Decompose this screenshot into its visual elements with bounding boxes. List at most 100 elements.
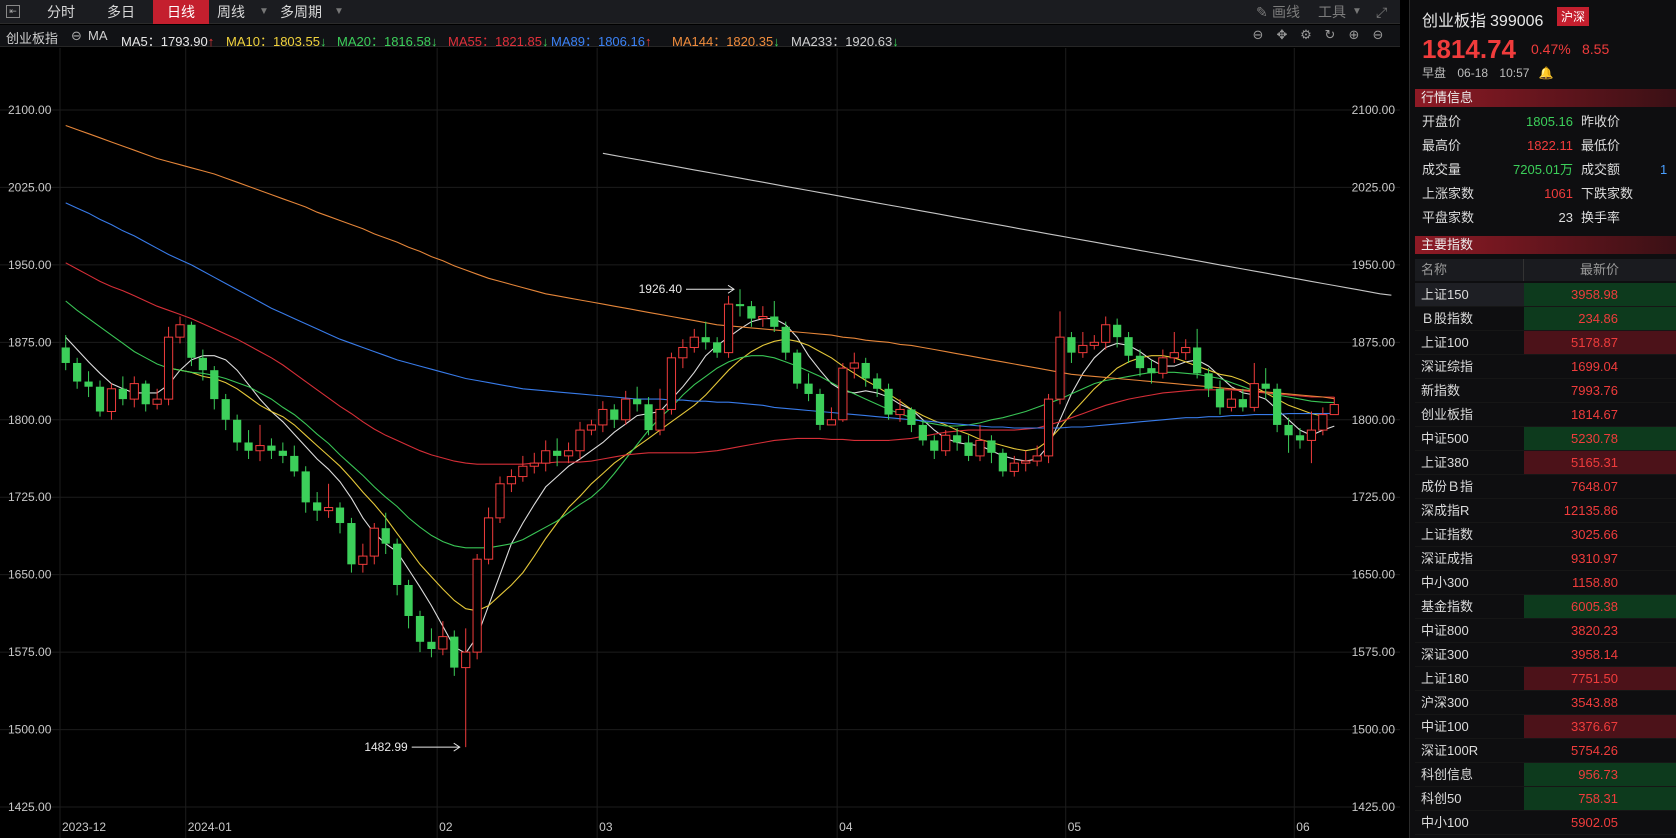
index-name: 创业板指 [1422,13,1487,30]
settings-icon[interactable]: ⚙ [1298,27,1314,43]
move-icon[interactable]: ✥ [1274,27,1290,43]
y-tick-label-right: 1425.00 [1352,800,1396,814]
index-row-price: 956.73 [1524,763,1676,786]
draw-line-button[interactable]: 画线 [1272,0,1300,24]
tab-multi-period[interactable]: 多周期 [275,0,327,24]
index-row[interactable]: 创业板指 1814.67 [1415,403,1676,427]
candle-body-down [210,370,219,400]
quote-info-row: 最高价 1822.11 最低价 [1415,134,1676,158]
index-row[interactable]: 中小100 5902.05 [1415,811,1676,835]
index-row[interactable]: 深成指R 12135.86 [1415,499,1676,523]
index-row[interactable]: 上证380 5165.31 [1415,451,1676,475]
ma-label[interactable]: MA [88,28,108,43]
index-row[interactable]: 上证180 7751.50 [1415,667,1676,691]
index-row[interactable]: 深证300 3958.14 [1415,643,1676,667]
index-row[interactable]: 深证成指 9310.97 [1415,547,1676,571]
candle-body-up [1306,429,1317,441]
candle-body-down [244,442,253,451]
candle-body-down [84,381,93,387]
index-row[interactable]: 沪深300 3543.88 [1415,691,1676,715]
draw-line-icon[interactable]: ✎ [1256,0,1268,24]
y-tick-label-left: 1800.00 [8,413,52,427]
x-tick-label: 05 [1068,820,1082,834]
zoom-in-icon[interactable]: ⊕ [1346,27,1362,43]
index-row[interactable]: 科创50 758.31 [1415,787,1676,811]
index-row[interactable]: 深证综指 1699.04 [1415,355,1676,379]
quote-time: 10:57 [1499,66,1530,80]
candle-body-up [655,408,665,431]
section-quote-info[interactable]: 行情信息 [1415,89,1676,107]
candle-body-up [1021,460,1031,464]
quote-info-row: 成交量 7205.01万 成交额 1 [1415,158,1676,182]
index-row[interactable]: 深证100R 5754.26 [1415,739,1676,763]
index-row[interactable]: Ｂ股指数 234.86 [1415,307,1676,331]
tab-multi-day[interactable]: 多日 [94,0,148,24]
index-row-name: 上证150 [1421,287,1469,302]
ma-legend-bar: 创业板指 ⊖ MA MA5：1793.90↑ MA10：1803.55↓ MA20：… [0,25,1400,49]
info-label-2: 下跌家数 [1581,186,1634,201]
index-row[interactable]: 科创信息 956.73 [1415,763,1676,787]
index-row-price: 5165.31 [1524,451,1676,474]
index-row-price: 234.86 [1524,307,1676,330]
kline-chart[interactable]: 2100.00 2100.00 2025.00 2025.00 1950.00 1950.… [0,48,1400,838]
zoom-out-icon[interactable]: ⊖ [1250,27,1266,43]
candle-body-down [781,326,790,353]
info-label: 开盘价 [1422,114,1462,129]
index-row-name: 深证300 [1421,647,1469,662]
info-value: 1061 [1544,186,1573,201]
candle-body-down [701,337,710,343]
tab-daily[interactable]: 日线 [153,0,209,24]
index-row-name: 深证成指 [1421,551,1474,566]
candle-body-down [747,306,756,319]
candle-body-down [861,362,870,379]
symbol-name: 创业板指 [6,31,59,46]
bell-icon[interactable]: 🔔 [1539,66,1554,80]
tab-weekly[interactable]: 周线 [212,0,250,24]
col-name[interactable]: 名称 [1421,259,1447,281]
info-label: 上涨家数 [1422,186,1475,201]
exit-icon[interactable]: ⇤ [6,5,20,18]
weekly-dropdown-icon[interactable]: ▼ [259,0,269,24]
info-label: 最高价 [1422,138,1462,153]
index-row[interactable]: 上证100 5178.87 [1415,331,1676,355]
candle-body-up [1043,398,1054,457]
candle-body-down [278,450,287,456]
index-row[interactable]: 中证800 3820.23 [1415,619,1676,643]
candle-body-down [804,383,813,394]
session-label: 早盘 [1422,66,1447,80]
candle-body-up [666,357,677,410]
minus-icon[interactable]: ⊖ [1370,27,1386,43]
fullscreen-icon[interactable]: ⤢ [1376,0,1387,24]
y-tick-label-right: 1875.00 [1352,335,1396,349]
refresh-icon[interactable]: ↻ [1322,27,1338,43]
info-label: 成交量 [1422,162,1462,177]
tab-minute[interactable]: 分时 [34,0,88,24]
index-row[interactable]: 中证500 5230.78 [1415,427,1676,451]
index-row[interactable]: 中证100 3376.67 [1415,715,1676,739]
index-row[interactable]: 中小300 1158.80 [1415,571,1676,595]
kline-chart-svg[interactable]: 2100.00 2100.00 2025.00 2025.00 1950.00 1950.… [0,48,1400,838]
index-row[interactable]: 基金指数 6005.38 [1415,595,1676,619]
section-main-indices[interactable]: 主要指数 [1415,236,1676,254]
ma-trend-arrow-icon: ↓ [541,34,549,49]
ma-legend-text: MA144：1820.35 [672,34,774,49]
candle-body-up [369,527,379,557]
index-row[interactable]: 上证150 3958.98 [1415,283,1676,307]
candle-body-up [1169,352,1179,359]
quote-info-row: 上涨家数 1061 下跌家数 [1415,182,1676,206]
multi-period-dropdown-icon[interactable]: ▼ [334,0,344,24]
index-row[interactable]: 成份Ｂ指 7648.07 [1415,475,1676,499]
candle-body-up [975,439,985,457]
col-latest-price[interactable]: 最新价 [1524,259,1619,281]
info-label-2: 最低价 [1581,138,1621,153]
index-row[interactable]: 上证指数 3025.66 [1415,523,1676,547]
ma-settings-icon[interactable]: ⊖ [71,28,82,44]
tools-dropdown-icon[interactable]: ▼ [1352,0,1362,24]
index-row-name: 新指数 [1421,383,1461,398]
index-row[interactable]: 新指数 7993.76 [1415,379,1676,403]
candle-body-down [198,357,207,371]
session-info: 早盘 06-18 10:57 🔔 [1422,64,1554,81]
info-label-2: 昨收价 [1581,114,1621,129]
candle-body-down [1261,383,1270,389]
tools-button[interactable]: 工具 [1318,0,1346,24]
